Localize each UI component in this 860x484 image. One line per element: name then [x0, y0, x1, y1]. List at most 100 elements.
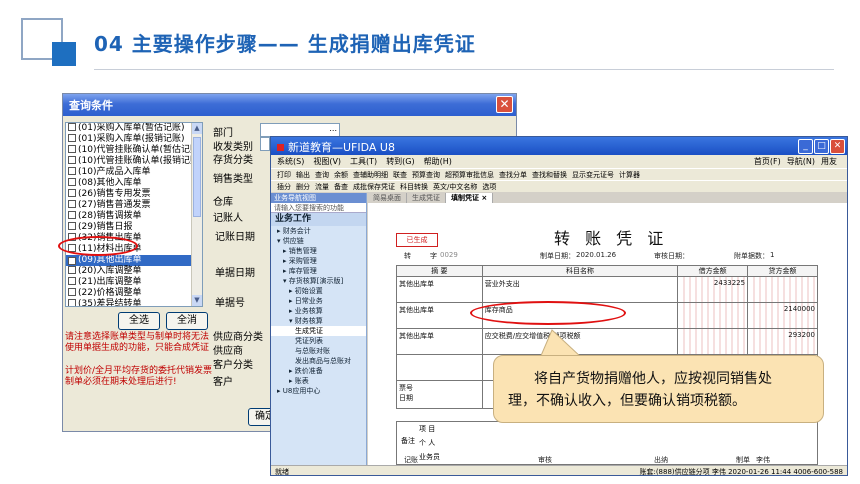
- checkbox[interactable]: [68, 167, 76, 175]
- recv-send-type-input[interactable]: [260, 137, 270, 151]
- row-summary-empty[interactable]: [396, 354, 483, 381]
- close-icon[interactable]: ✕: [830, 139, 845, 154]
- doc-type-item[interactable]: (10)代管挂账确认单(报销记账): [66, 156, 202, 167]
- doc-type-item[interactable]: (22)价格调整单: [66, 288, 202, 299]
- toolbar-button[interactable]: 删分: [296, 183, 310, 191]
- toolbar-button[interactable]: 查找分单: [499, 171, 527, 179]
- toolbar-button[interactable]: 显示变元证号: [572, 171, 614, 179]
- menu-item[interactable]: 帮助(H): [424, 157, 452, 166]
- checkbox[interactable]: [68, 178, 76, 186]
- toolbar-button[interactable]: 余额: [334, 171, 348, 179]
- checkbox[interactable]: [68, 123, 76, 131]
- doc-type-item[interactable]: (28)销售调拨单: [66, 211, 202, 222]
- nav-tree-item[interactable]: ▸ 跌价准备: [271, 366, 366, 376]
- row-summary[interactable]: 其他出库单: [396, 302, 483, 329]
- toolbar-button[interactable]: 成批保存凭证: [353, 183, 395, 191]
- doc-type-item[interactable]: (27)销售普通发票: [66, 200, 202, 211]
- doc-type-item[interactable]: (01)采购入库单(报销记账): [66, 134, 202, 145]
- doc-type-item[interactable]: (10)产成品入库单: [66, 167, 202, 178]
- menu-item[interactable]: 工具(T): [350, 157, 377, 166]
- nav-tree-item[interactable]: ▾ 财务核算: [271, 316, 366, 326]
- menu-item[interactable]: 系统(S): [277, 157, 304, 166]
- minimize-icon[interactable]: _: [798, 139, 813, 154]
- menu-item[interactable]: 视图(V): [313, 157, 341, 166]
- doc-type-item[interactable]: (01)采购入库单(暂估记账): [66, 123, 202, 134]
- checkbox[interactable]: [68, 211, 76, 219]
- row-debit[interactable]: [677, 328, 749, 355]
- nav-tree-item[interactable]: ▸ 采购管理: [271, 256, 366, 266]
- scroll-up-icon[interactable]: ▲: [192, 123, 202, 134]
- toolbar-button[interactable]: 查辅助明细: [353, 171, 388, 179]
- checkbox[interactable]: [68, 156, 76, 164]
- nav-tree-item[interactable]: 发出商品与总账对: [271, 356, 366, 366]
- doc-list-scrollbar[interactable]: ▲ ▼: [191, 123, 202, 306]
- toolbar-button[interactable]: 备查: [334, 183, 348, 191]
- nav-tree-item[interactable]: ▸ 库存管理: [271, 266, 366, 276]
- toolbar-button[interactable]: 预算查询: [412, 171, 440, 179]
- doc-type-item[interactable]: (20)入库调整单: [66, 266, 202, 277]
- attach-value[interactable]: 1: [770, 251, 774, 259]
- nav-search-input[interactable]: 请输入您要搜索的功能: [271, 203, 366, 213]
- row-credit[interactable]: 2140000: [747, 302, 818, 329]
- table-row[interactable]: 其他出库单 应交税费/应交增值税/销项税额 293200: [396, 328, 818, 355]
- maximize-icon[interactable]: □: [814, 139, 829, 154]
- row-summary[interactable]: 其他出库单: [396, 328, 483, 355]
- doc-type-item[interactable]: ✓ (09)其他出库单: [66, 255, 202, 266]
- toolbar-button[interactable]: 选项: [482, 183, 496, 191]
- row-debit[interactable]: [677, 302, 749, 329]
- make-date-value[interactable]: 2020.01.26: [576, 251, 616, 259]
- nav-tree-item[interactable]: 凭证列表: [271, 336, 366, 346]
- checkbox[interactable]: [68, 277, 76, 285]
- dept-input[interactable]: ...: [260, 123, 340, 137]
- toolbar-button[interactable]: 超预算审批信息: [445, 171, 494, 179]
- checkbox[interactable]: [68, 266, 76, 274]
- nav-tree-item[interactable]: ▸ 业务核算: [271, 306, 366, 316]
- row-credit[interactable]: 293200: [747, 328, 818, 355]
- checkbox[interactable]: [68, 189, 76, 197]
- row-account[interactable]: 应交税费/应交增值税/销项税额: [481, 328, 679, 355]
- menu-right-item[interactable]: 首页(F): [754, 157, 781, 166]
- toolbar-button[interactable]: 查询: [315, 171, 329, 179]
- row-account[interactable]: 营业外支出: [481, 276, 679, 303]
- doc-type-item[interactable]: (21)出库调整单: [66, 277, 202, 288]
- nav-tree-item[interactable]: ▾ 供应链: [271, 236, 366, 246]
- checkbox[interactable]: [68, 288, 76, 296]
- nav-section-business[interactable]: 业务工作: [271, 213, 366, 226]
- checkbox[interactable]: [68, 134, 76, 142]
- toolbar-button[interactable]: 科目转换: [400, 183, 428, 191]
- checkbox[interactable]: [68, 200, 76, 208]
- toolbar-button[interactable]: 输出: [296, 171, 310, 179]
- toolbar-button[interactable]: 计算器: [619, 171, 640, 179]
- doc-type-item[interactable]: (35)差异结转单: [66, 299, 202, 306]
- doc-type-item[interactable]: (29)销售日报: [66, 222, 202, 233]
- menu-item[interactable]: 转到(G): [386, 157, 414, 166]
- menu-right-item[interactable]: 用友: [821, 157, 837, 166]
- nav-tree-item[interactable]: ▸ 账表: [271, 376, 366, 386]
- nav-tree-item[interactable]: ▸ 销售管理: [271, 246, 366, 256]
- nav-tree-item[interactable]: 与总账对账: [271, 346, 366, 356]
- tab[interactable]: 生成凭证: [407, 193, 446, 203]
- row-summary[interactable]: 其他出库单: [396, 276, 483, 303]
- clear-all-button[interactable]: 全消: [166, 312, 208, 330]
- ellipsis-icon[interactable]: ...: [329, 124, 339, 133]
- nav-tree-item[interactable]: ▸ 初始设置: [271, 286, 366, 296]
- doc-type-item[interactable]: (10)代管挂账确认单(暂估记账): [66, 145, 202, 156]
- menu-right-item[interactable]: 导航(N): [787, 157, 815, 166]
- nav-tree-item[interactable]: ▾ 存货核算[演示版]: [271, 276, 366, 286]
- nav-tree-item[interactable]: ▸ 财务会计: [271, 226, 366, 236]
- checkbox[interactable]: [68, 299, 76, 306]
- nav-tree-item[interactable]: ▸ 日常业务: [271, 296, 366, 306]
- scroll-thumb[interactable]: [193, 137, 201, 217]
- row-credit[interactable]: [747, 276, 818, 303]
- doc-type-item[interactable]: (26)销售专用发票: [66, 189, 202, 200]
- checkbox[interactable]: ✓: [68, 257, 76, 265]
- doc-type-list[interactable]: (01)采购入库单(暂估记账) (01)采购入库单(报销记账) (10)代管挂账确认…: [65, 122, 203, 307]
- tab[interactable]: 填制凭证 ×: [446, 193, 494, 203]
- toolbar-button[interactable]: 英文/中文名称: [433, 183, 477, 191]
- close-icon[interactable]: ✕: [496, 96, 513, 113]
- table-row[interactable]: 其他出库单 营业外支出 2433225: [396, 276, 818, 303]
- doc-type-item[interactable]: (08)其他入库单: [66, 178, 202, 189]
- voucher-word[interactable]: 转: [404, 251, 411, 261]
- toolbar-button[interactable]: 查找和替换: [532, 171, 567, 179]
- scroll-down-icon[interactable]: ▼: [192, 295, 202, 306]
